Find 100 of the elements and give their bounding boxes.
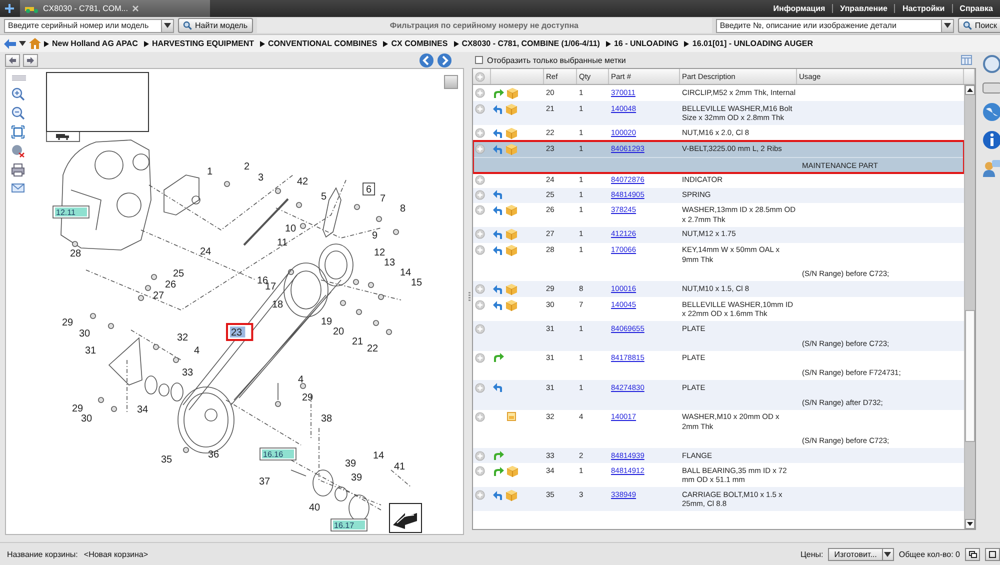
previous-icon[interactable] (419, 52, 434, 68)
return-arrow-icon[interactable] (493, 382, 503, 392)
breadcrumb-link[interactable]: 16.01[01] - UNLOADING AUGER (692, 39, 814, 48)
device-icon[interactable] (982, 82, 1000, 94)
return-arrow-icon[interactable] (493, 206, 503, 215)
forward-arrow-icon[interactable] (493, 353, 504, 362)
user-chat-icon[interactable] (982, 158, 1000, 178)
breadcrumb-link[interactable]: New Holland AG APAC (52, 39, 138, 48)
callout-number[interactable]: 29 (302, 392, 314, 404)
callout-number[interactable]: 14 (400, 268, 412, 278)
menu-link[interactable]: Настройки (894, 4, 952, 13)
breadcrumb-link[interactable]: HARVESTING EQUIPMENT (152, 39, 254, 48)
callout-number[interactable]: 10 (285, 224, 296, 234)
return-arrow-icon[interactable] (493, 104, 503, 114)
callout-number[interactable]: 9 (372, 230, 378, 242)
fit-to-window-icon[interactable] (11, 125, 25, 139)
splitter-handle[interactable] (468, 292, 470, 302)
callout-number[interactable]: 29 (72, 404, 84, 414)
zoom-out-icon[interactable] (11, 106, 25, 120)
breadcrumb-link[interactable]: CONVENTIONAL COMBINES (268, 39, 378, 48)
box-icon[interactable] (506, 300, 517, 310)
columns-icon[interactable] (961, 55, 972, 65)
callout-number[interactable]: 32 (177, 332, 188, 344)
callout-number[interactable]: 39 (345, 458, 356, 470)
add-circle-icon[interactable] (475, 300, 485, 310)
callout-number[interactable]: 1 (207, 166, 213, 178)
callout-number[interactable]: 42 (297, 176, 308, 188)
checkbox-label[interactable]: Отобразить только выбранные метки (487, 56, 626, 64)
callout-number[interactable]: 6 (362, 182, 375, 196)
callout-number[interactable]: 23 (226, 323, 254, 341)
box-icon[interactable] (507, 466, 518, 476)
box-icon[interactable] (506, 245, 517, 256)
return-arrow-icon[interactable] (493, 128, 503, 138)
print-icon[interactable] (11, 163, 25, 177)
corner-button[interactable] (444, 75, 458, 89)
minimap-frame[interactable] (46, 72, 149, 132)
add-circle-icon[interactable] (475, 412, 485, 422)
callout-number[interactable]: 28 (70, 248, 82, 260)
forward-arrow-icon[interactable] (493, 450, 504, 460)
callout-number[interactable]: 22 (367, 344, 378, 354)
reference-tag[interactable]: 12.11 (52, 206, 90, 218)
add-circle-icon[interactable] (475, 450, 485, 460)
info-icon[interactable] (982, 130, 1000, 150)
return-arrow-icon[interactable] (493, 246, 503, 255)
return-arrow-icon[interactable] (493, 190, 503, 199)
tab[interactable]: CX8030 - C781, COM... (20, 0, 210, 17)
callout-number[interactable]: 18 (272, 300, 284, 310)
add-circle-icon[interactable] (475, 324, 485, 334)
add-circle-icon[interactable] (475, 205, 485, 215)
scroll-down-icon[interactable] (967, 522, 973, 526)
close-icon[interactable] (132, 5, 139, 12)
return-arrow-icon[interactable] (493, 284, 503, 294)
add-circle-icon[interactable] (475, 284, 485, 294)
home-icon[interactable] (29, 38, 41, 49)
add-circle-icon[interactable] (475, 190, 485, 200)
truck-icon[interactable] (56, 133, 70, 140)
callout-number[interactable]: 33 (182, 368, 194, 378)
find-model-button[interactable]: Найти модель (178, 18, 253, 33)
callout-number[interactable]: 3 (258, 172, 264, 184)
basket-name[interactable]: <Новая корзина> (84, 550, 148, 558)
clear-marks-icon[interactable] (11, 144, 25, 158)
add-circle-icon[interactable] (475, 144, 485, 154)
callout-number[interactable]: 15 (411, 278, 422, 288)
prices-dropdown[interactable]: Изготовит... (828, 548, 894, 560)
search-button[interactable]: Поиск (958, 18, 1000, 33)
return-arrow-icon[interactable] (493, 300, 503, 310)
callout-number[interactable]: 17 (265, 282, 276, 292)
copy-button[interactable] (965, 548, 980, 560)
callout-number[interactable]: 38 (321, 414, 332, 424)
breadcrumb-link[interactable]: 16 - UNLOADING (614, 39, 678, 48)
box-icon[interactable] (506, 104, 517, 114)
callout-number[interactable]: 13 (384, 258, 396, 268)
note-icon[interactable] (507, 412, 516, 421)
callout-number[interactable]: 2 (244, 162, 250, 172)
callout-number[interactable]: 39 (351, 472, 362, 484)
callout-number[interactable]: 27 (153, 290, 164, 302)
return-arrow-icon[interactable] (493, 144, 503, 154)
callout-number[interactable]: 34 (137, 404, 148, 416)
search-icon[interactable] (982, 54, 1000, 74)
mail-icon[interactable] (11, 182, 25, 194)
callout-number[interactable]: 19 (321, 316, 332, 328)
model-field[interactable]: Введите серийный номер или модель (4, 18, 174, 32)
add-circle-icon[interactable] (475, 88, 485, 98)
callout-number[interactable]: 4 (194, 346, 200, 356)
forward-arrow-icon[interactable] (493, 88, 504, 98)
callout-number[interactable]: 25 (173, 268, 184, 280)
reference-tag[interactable]: 16.16 (260, 448, 296, 460)
next-icon[interactable] (437, 52, 452, 68)
callout-number[interactable]: 5 (321, 192, 327, 202)
callout-number[interactable]: 14 (373, 450, 384, 462)
reference-tag[interactable]: 16.17 (330, 518, 368, 532)
scroll-up-icon[interactable] (967, 88, 973, 92)
callout-number[interactable]: 35 (161, 454, 172, 466)
callout-number[interactable]: 29 (62, 318, 74, 328)
add-tab-icon[interactable] (4, 3, 14, 14)
callout-number[interactable]: 12 (374, 248, 386, 258)
add-circle-icon[interactable] (475, 353, 485, 363)
breadcrumb-link[interactable]: CX COMBINES (391, 39, 448, 48)
add-circle-icon[interactable] (475, 104, 485, 114)
add-circle-icon[interactable] (475, 466, 485, 476)
